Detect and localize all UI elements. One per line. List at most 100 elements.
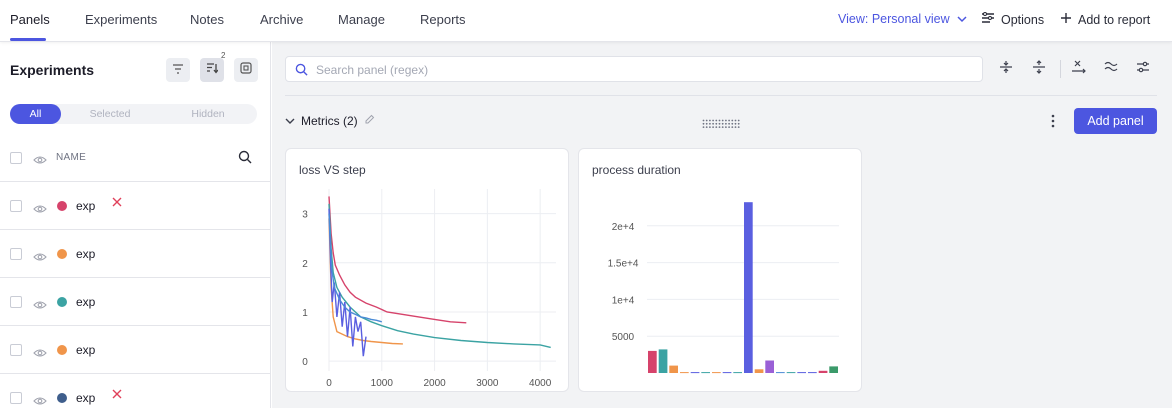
duration-bar <box>712 372 721 374</box>
duration-bar <box>648 350 657 373</box>
collapse-icon <box>999 60 1013 79</box>
row-checkbox[interactable] <box>10 392 22 404</box>
row-checkbox[interactable] <box>10 200 22 212</box>
pencil-icon[interactable] <box>364 114 375 128</box>
duration-bar <box>765 360 774 373</box>
duration-bar <box>690 372 700 374</box>
metrics-section-header[interactable]: Metrics (2) <box>285 114 375 128</box>
select-all-checkbox[interactable] <box>10 152 22 164</box>
eye-icon[interactable] <box>33 152 47 170</box>
filter-tab-hidden[interactable]: Hidden <box>180 104 236 124</box>
options-button[interactable]: Options <box>981 12 1044 27</box>
chevron-down-icon <box>957 12 967 26</box>
search-icon <box>295 63 308 81</box>
eye-icon[interactable] <box>33 393 47 408</box>
duration-bar <box>786 372 796 374</box>
experiment-name: exp <box>76 199 96 213</box>
row-checkbox[interactable] <box>10 296 22 308</box>
smoothing-button[interactable] <box>1100 58 1122 80</box>
y-tick-label: 2e+4 <box>612 222 635 233</box>
tab-experiments[interactable]: Experiments <box>85 12 157 27</box>
search-icon[interactable] <box>238 150 252 169</box>
experiment-color-dot <box>57 297 67 307</box>
duration-bar <box>754 369 764 373</box>
x-axis-icon <box>1071 60 1087 79</box>
row-checkbox[interactable] <box>10 248 22 260</box>
experiment-row[interactable]: exp <box>0 326 271 374</box>
row-checkbox[interactable] <box>10 344 22 356</box>
name-column-header[interactable]: NAME <box>56 152 86 163</box>
more-options-icon[interactable] <box>1050 114 1056 133</box>
duration-bar <box>808 372 817 374</box>
panel-title: process duration <box>592 163 681 177</box>
experiment-row[interactable]: exp <box>0 182 271 230</box>
top-navigation: Panels Experiments Notes Archive Manage … <box>0 0 1172 42</box>
remove-icon[interactable] <box>111 195 123 213</box>
experiment-row[interactable]: exp <box>0 230 271 278</box>
sort-button[interactable] <box>200 58 224 82</box>
add-to-report-button[interactable]: Add to report <box>1060 12 1150 27</box>
experiment-color-dot <box>57 345 67 355</box>
tab-panels[interactable]: Panels <box>10 12 50 27</box>
expand-icon <box>1032 59 1046 79</box>
duration-bar <box>829 366 838 373</box>
loss-series-line-1 <box>328 203 551 349</box>
experiment-name: exp <box>76 343 96 357</box>
sidebar-title: Experiments <box>10 62 95 78</box>
smoothing-icon <box>1104 60 1118 78</box>
y-tick-label: 3 <box>302 210 308 221</box>
columns-button[interactable] <box>234 58 258 82</box>
remove-icon[interactable] <box>111 387 123 405</box>
x-axis-button[interactable] <box>1068 58 1090 80</box>
drag-handle-icon[interactable] <box>702 116 742 134</box>
eye-icon[interactable] <box>33 345 47 363</box>
collapse-all-button[interactable] <box>995 58 1017 80</box>
eye-icon[interactable] <box>33 201 47 219</box>
experiment-color-dot <box>57 393 67 403</box>
search-input[interactable] <box>316 61 956 79</box>
filter-tab-all[interactable]: All <box>10 104 61 124</box>
active-tab-indicator <box>10 38 46 41</box>
view-selector[interactable]: View: Personal view <box>838 12 967 26</box>
loss-line-chart: 0 1000 2000 3000 4000 0 1 2 3 <box>302 189 556 389</box>
loss-chart-panel[interactable]: loss VS step 0 1000 2000 3000 4000 0 1 2 3 <box>285 148 569 392</box>
toolbar-divider <box>1060 60 1061 78</box>
duration-bar <box>797 372 806 374</box>
options-label: Options <box>1001 12 1045 27</box>
sort-count-badge: 2 <box>221 51 226 60</box>
chevron-down-icon <box>285 114 295 128</box>
tab-manage[interactable]: Manage <box>338 12 385 27</box>
experiment-row[interactable]: exp <box>0 278 271 326</box>
visibility-filter: All Selected Hidden <box>10 104 257 124</box>
y-tick-label: 0 <box>302 357 308 368</box>
tab-reports[interactable]: Reports <box>420 12 466 27</box>
options-icon <box>981 12 995 27</box>
expand-all-button[interactable] <box>1028 58 1050 80</box>
panel-search <box>285 56 983 82</box>
experiment-row[interactable]: exp <box>0 374 271 408</box>
duration-bar <box>680 372 689 374</box>
panel-settings-button[interactable] <box>1132 58 1154 80</box>
eye-icon[interactable] <box>33 297 47 315</box>
filter-icon <box>172 61 184 79</box>
tab-archive[interactable]: Archive <box>260 12 303 27</box>
x-tick-label: 2000 <box>423 378 446 389</box>
filter-button[interactable] <box>166 58 190 82</box>
duration-bar <box>818 370 828 373</box>
experiment-name: exp <box>76 247 96 261</box>
loss-series-line-0 <box>328 196 467 324</box>
x-tick-label: 1000 <box>371 378 394 389</box>
add-panel-button[interactable]: Add panel <box>1074 108 1157 134</box>
filter-tab-selected[interactable]: Selected <box>82 104 138 124</box>
duration-chart-panel[interactable]: process duration 5000 1e+4 1.5e+4 2e+4 <box>578 148 862 392</box>
y-tick-label: 1.5e+4 <box>608 259 639 270</box>
sliders-icon <box>1136 60 1150 78</box>
y-tick-label: 1e+4 <box>612 295 635 306</box>
eye-icon[interactable] <box>33 249 47 267</box>
duration-bar-chart: 5000 1e+4 1.5e+4 2e+4 <box>608 202 839 374</box>
y-tick-label: 2 <box>302 259 308 270</box>
plus-icon <box>1060 12 1072 27</box>
panels-area: Metrics (2) Add panel loss VS step 0 1000… <box>272 42 1172 408</box>
experiment-name: exp <box>76 391 96 405</box>
tab-notes[interactable]: Notes <box>190 12 224 27</box>
